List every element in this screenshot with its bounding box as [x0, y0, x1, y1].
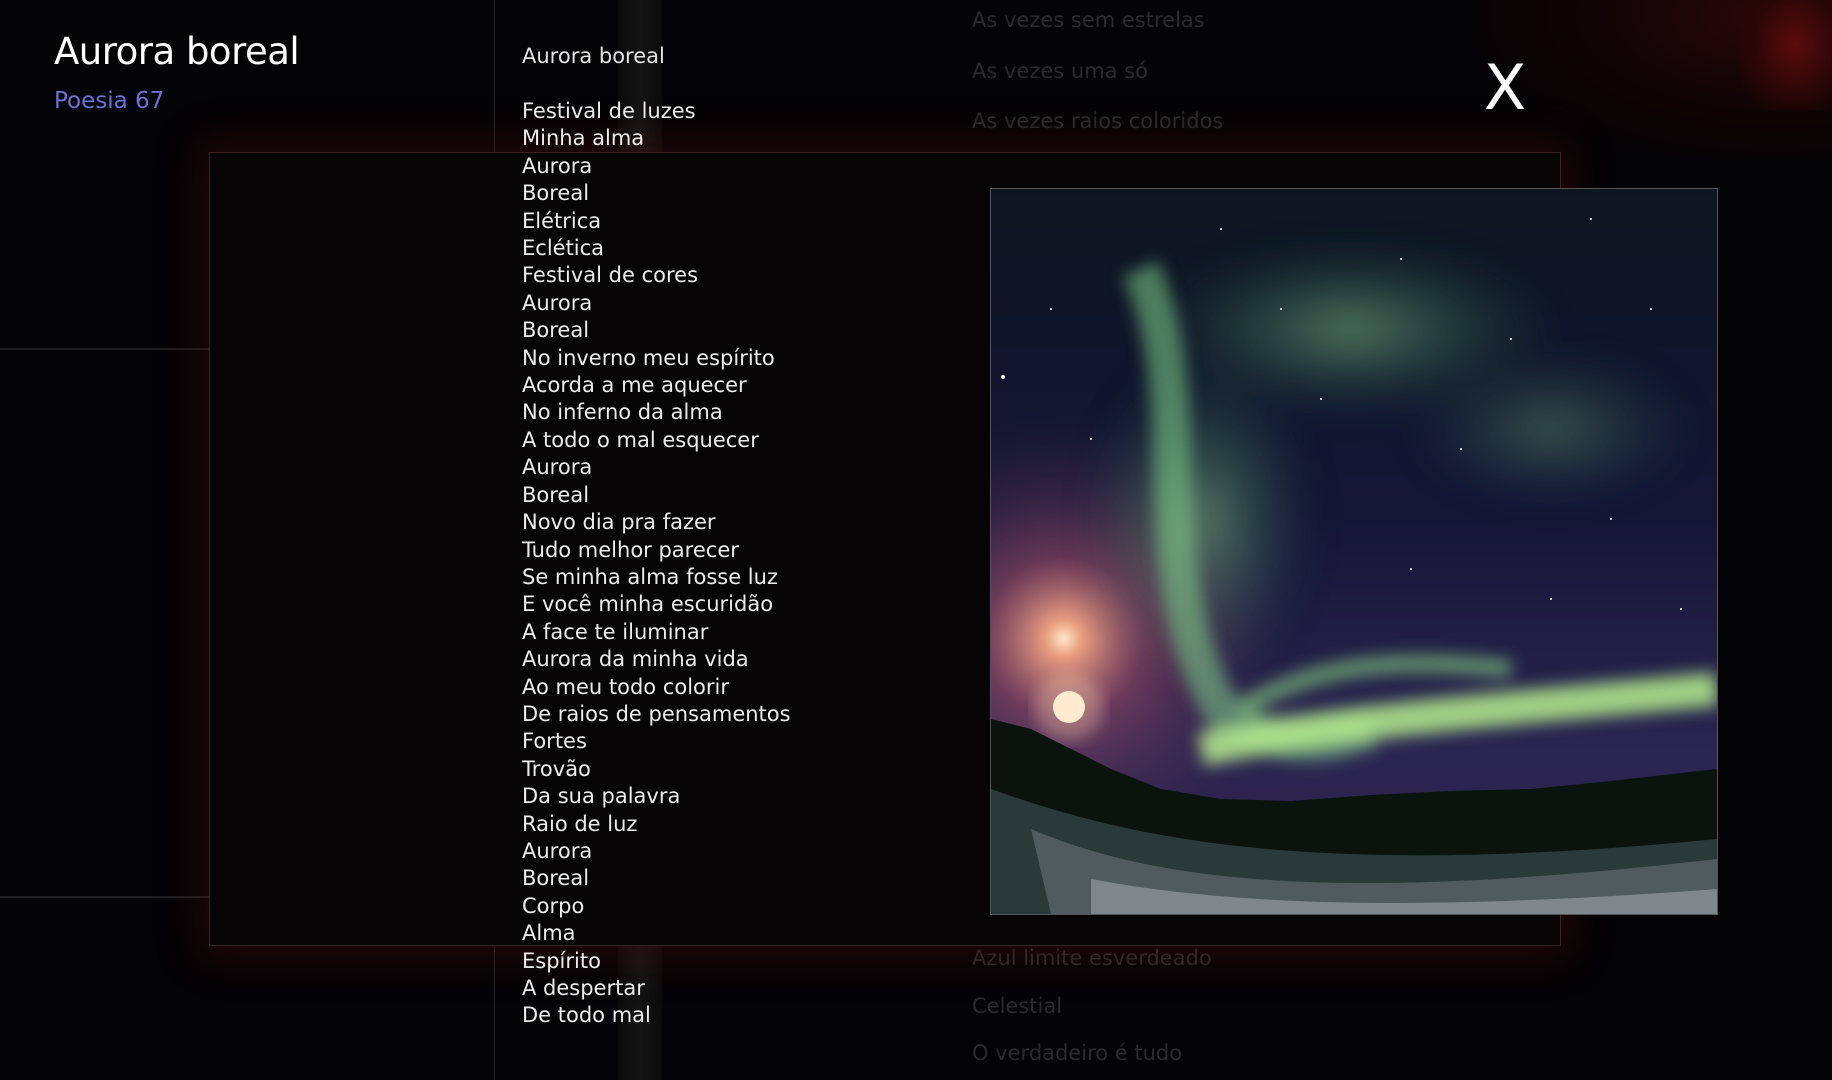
poem-line: Festival de luzes: [522, 99, 696, 123]
page-subtitle: Poesia 67: [54, 88, 165, 114]
poem-line: Raio de luz: [522, 811, 638, 836]
poem-line: Boreal: [522, 866, 590, 891]
poem-line: No inverno meu espírito: [522, 345, 775, 370]
background-poem-line: As vezes raios coloridos: [972, 109, 1224, 133]
poem-line: Eclética: [522, 236, 605, 261]
poem-line: Corpo: [522, 893, 585, 918]
poem-line: A despertar: [522, 976, 645, 1000]
poem-line: Da sua palavra: [522, 784, 681, 809]
poem-line: Elétrica: [522, 208, 602, 233]
poem-line: Se minha alma fosse luz: [522, 564, 778, 589]
background-poem-line: Azul limite esverdeado: [972, 946, 1212, 970]
logo-corner-decoration: [1740, 0, 1832, 110]
background-poem-line: As vezes uma só: [972, 59, 1148, 83]
poem-line: Fortes: [522, 729, 587, 754]
poem-line: De todo mal: [522, 1003, 651, 1028]
poem-line: E você minha escuridão: [522, 592, 774, 617]
poem-line: Ao meu todo colorir: [522, 674, 729, 699]
poem-line: Aurora: [522, 290, 593, 315]
divider-line: [0, 348, 220, 350]
background-poem-line: As vezes sem estrelas: [972, 8, 1205, 32]
poem-line: Alma: [522, 921, 576, 946]
poem-line: Tudo melhor parecer: [522, 537, 739, 562]
poem-line: Minha alma: [522, 126, 645, 151]
background-poem-line: Celestial: [972, 994, 1063, 1018]
poem-line: Aurora da minha vida: [522, 647, 749, 672]
poem-text: Festival de luzes Minha alma Aurora Boreal E…: [522, 98, 791, 1030]
poem-line: Espírito: [522, 948, 601, 973]
poem-line: Aurora: [522, 455, 593, 480]
poem-line: Trovão: [522, 756, 591, 781]
poem-line: No inferno da alma: [522, 400, 723, 425]
divider-line: [0, 896, 220, 898]
poem-line: Festival de cores: [522, 263, 699, 288]
poem-line: Aurora: [522, 838, 593, 863]
poem-line: Boreal: [522, 482, 590, 507]
poem-line: Aurora: [522, 153, 593, 178]
poem-line: Novo dia pra fazer: [522, 510, 716, 535]
aurora-photo: [990, 188, 1718, 915]
page-title: Aurora boreal: [54, 30, 300, 73]
poem-line: Boreal: [522, 318, 590, 343]
poem-line: Boreal: [522, 181, 590, 206]
poem-line: A todo o mal esquecer: [522, 427, 759, 452]
poem-title: Aurora boreal: [522, 44, 665, 68]
poem-line: Acorda a me aquecer: [522, 373, 747, 398]
close-button[interactable]: X: [1480, 56, 1530, 120]
poem-line: A face te iluminar: [522, 619, 709, 644]
background-poem-line: O verdadeiro é tudo: [972, 1041, 1183, 1065]
poem-line: De raios de pensamentos: [522, 701, 791, 726]
